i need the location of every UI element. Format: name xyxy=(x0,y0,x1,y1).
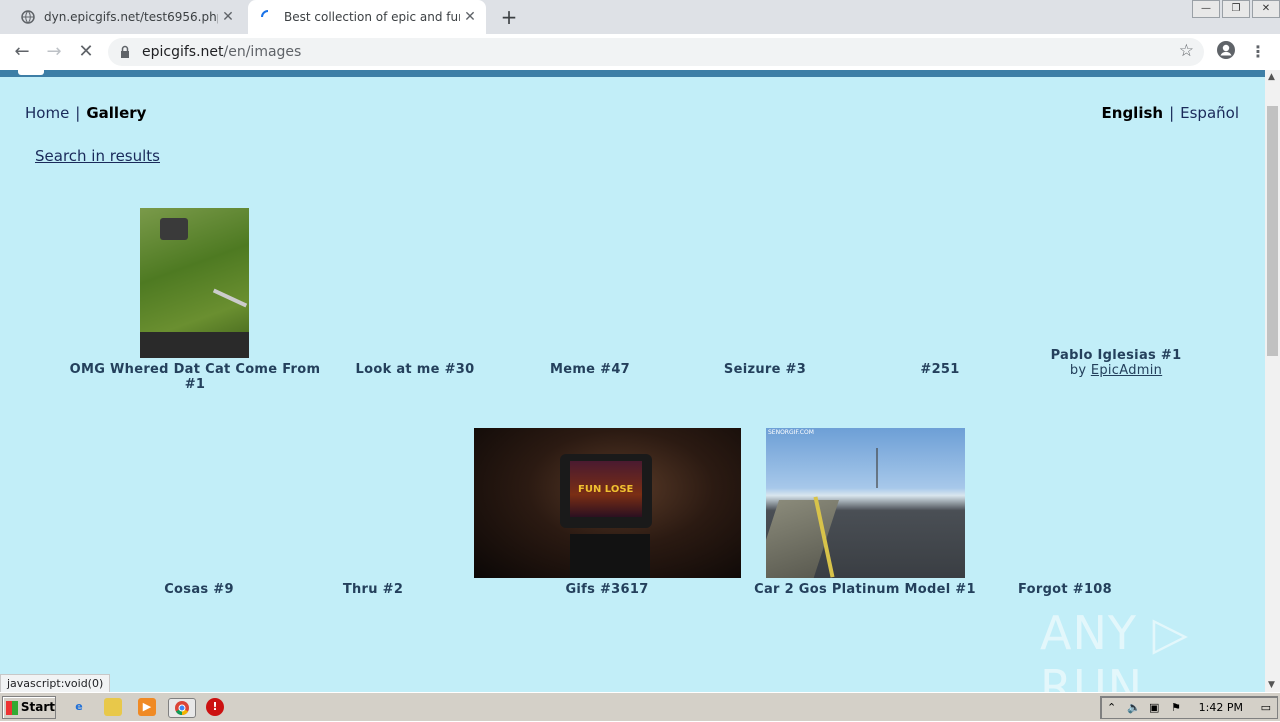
menu-kebab-icon[interactable]: ⋮ xyxy=(1246,40,1270,64)
tv-screen-text: FUN LOSE xyxy=(578,484,634,495)
tab-test-page[interactable]: dyn.epicgifs.net/test6956.php ✕ xyxy=(8,0,244,34)
gif-thumbnail-car-2-gos[interactable]: SENORGIF.COM xyxy=(766,428,965,578)
close-tab-icon[interactable]: ✕ xyxy=(460,9,480,25)
volume-icon[interactable]: 🔈 xyxy=(1127,697,1141,718)
trees-shape xyxy=(876,448,965,488)
stop-loading-icon[interactable]: ✕ xyxy=(74,40,98,64)
start-button[interactable]: Start xyxy=(2,696,56,719)
breadcrumb: Home | Gallery xyxy=(25,104,146,122)
windows-taskbar: Start e ▶ ! ⌃ 🔈 ▣ ⚑ 1:42 PM ▭ xyxy=(0,692,1280,721)
gif-title-gifs-3617[interactable]: Gifs #3617 xyxy=(530,582,684,597)
tray-expand-icon[interactable]: ⌃ xyxy=(1107,697,1116,718)
media-player-icon[interactable]: ▶ xyxy=(138,698,156,716)
chrome-taskbar-button[interactable] xyxy=(168,698,196,718)
address-bar[interactable]: epicgifs.net/en/images ☆ xyxy=(108,38,1204,66)
gallery-link[interactable]: Gallery xyxy=(86,104,146,122)
url-path: /en/images xyxy=(223,44,302,60)
new-tab-button[interactable]: + xyxy=(498,6,520,28)
gif-title-omg-cat[interactable]: OMG Whered Dat Cat Come From #1 xyxy=(60,362,330,392)
tv-stand-shape xyxy=(570,534,650,578)
gif-title-pablo-iglesias[interactable]: Pablo Iglesias #1 by EpicAdmin xyxy=(1036,348,1196,378)
author-line: by EpicAdmin xyxy=(1069,363,1163,378)
bookmark-star-icon[interactable]: ☆ xyxy=(1179,41,1194,61)
nav-separator: | xyxy=(75,104,81,122)
scroll-up-icon[interactable]: ▲ xyxy=(1268,72,1275,82)
gif-title-251[interactable]: #251 xyxy=(890,362,990,377)
gif-title-forgot[interactable]: Forgot #108 xyxy=(1005,582,1125,597)
network-icon[interactable]: ▣ xyxy=(1149,697,1159,718)
page-scrollbar[interactable]: ▲ ▼ xyxy=(1265,70,1280,692)
author-link[interactable]: EpicAdmin xyxy=(1091,363,1162,378)
site-header-strip xyxy=(0,70,1265,77)
window-controls: — ❐ ✕ xyxy=(1190,0,1280,18)
tab-strip: dyn.epicgifs.net/test6956.php ✕ Best col… xyxy=(0,0,1280,34)
forward-arrow-icon[interactable]: → xyxy=(42,40,66,64)
scroll-down-icon[interactable]: ▼ xyxy=(1268,680,1275,690)
show-desktop-icon[interactable]: ▭ xyxy=(1261,697,1271,718)
scrollbar-thumb[interactable] xyxy=(1267,106,1278,356)
url-text: epicgifs.net/en/images xyxy=(142,44,301,60)
site-logo xyxy=(18,70,44,75)
gif-thumbnail-omg-cat[interactable] xyxy=(140,208,249,358)
tab-epicgifs[interactable]: Best collection of epic and funny gifs ✕ xyxy=(248,0,486,34)
gif-title-look-at-me[interactable]: Look at me #30 xyxy=(340,362,490,377)
account-icon[interactable] xyxy=(1214,40,1238,64)
stop-sign-icon[interactable]: ! xyxy=(206,698,224,716)
back-arrow-icon[interactable]: ← xyxy=(10,40,34,64)
gif-thumbnail-gifs-3617[interactable]: FUN LOSE xyxy=(474,428,741,578)
search-in-results-link[interactable]: Search in results xyxy=(35,147,160,165)
tab-title: dyn.epicgifs.net/test6956.php xyxy=(44,10,218,24)
gif-title-thru[interactable]: Thru #2 xyxy=(318,582,428,597)
status-bubble: javascript:void(0) xyxy=(0,674,111,694)
lock-icon xyxy=(120,44,130,63)
mower-shape xyxy=(160,218,188,240)
gif-title-meme[interactable]: Meme #47 xyxy=(520,362,660,377)
web-page: Home | Gallery English | Español Search in r… xyxy=(0,70,1265,692)
home-link[interactable]: Home xyxy=(25,104,69,122)
gif-title-car-2-gos[interactable]: Car 2 Gos Platinum Model #1 xyxy=(750,582,980,597)
thumbnail-watermark: SENORGIF.COM xyxy=(768,429,814,436)
restore-icon[interactable]: ❐ xyxy=(1222,0,1250,18)
frame-shape xyxy=(140,332,249,358)
flag-icon[interactable]: ⚑ xyxy=(1171,697,1181,718)
lang-spanish[interactable]: Español xyxy=(1180,104,1239,122)
handle-shape xyxy=(212,288,248,308)
system-tray: ⌃ 🔈 ▣ ⚑ 1:42 PM ▭ xyxy=(1100,696,1278,719)
lang-english[interactable]: English xyxy=(1102,104,1164,122)
gif-title-cosas[interactable]: Cosas #9 xyxy=(134,582,264,597)
clock[interactable]: 1:42 PM xyxy=(1199,697,1243,718)
language-switcher: English | Español xyxy=(1102,104,1239,122)
loading-spinner-icon xyxy=(260,9,276,25)
url-host: epicgifs.net xyxy=(142,44,224,60)
globe-icon xyxy=(20,9,36,25)
tab-title: Best collection of epic and funny gifs xyxy=(284,10,460,24)
lang-separator: | xyxy=(1169,104,1175,122)
folder-icon[interactable] xyxy=(104,698,122,716)
minimize-icon[interactable]: — xyxy=(1192,0,1220,18)
windows-logo-icon xyxy=(6,700,18,715)
close-tab-icon[interactable]: ✕ xyxy=(218,9,238,25)
gif-title-seizure[interactable]: Seizure #3 xyxy=(700,362,830,377)
ie-icon[interactable]: e xyxy=(70,698,88,716)
close-window-icon[interactable]: ✕ xyxy=(1252,0,1280,18)
browser-toolbar: ← → ✕ epicgifs.net/en/images ☆ ⋮ xyxy=(0,34,1280,70)
